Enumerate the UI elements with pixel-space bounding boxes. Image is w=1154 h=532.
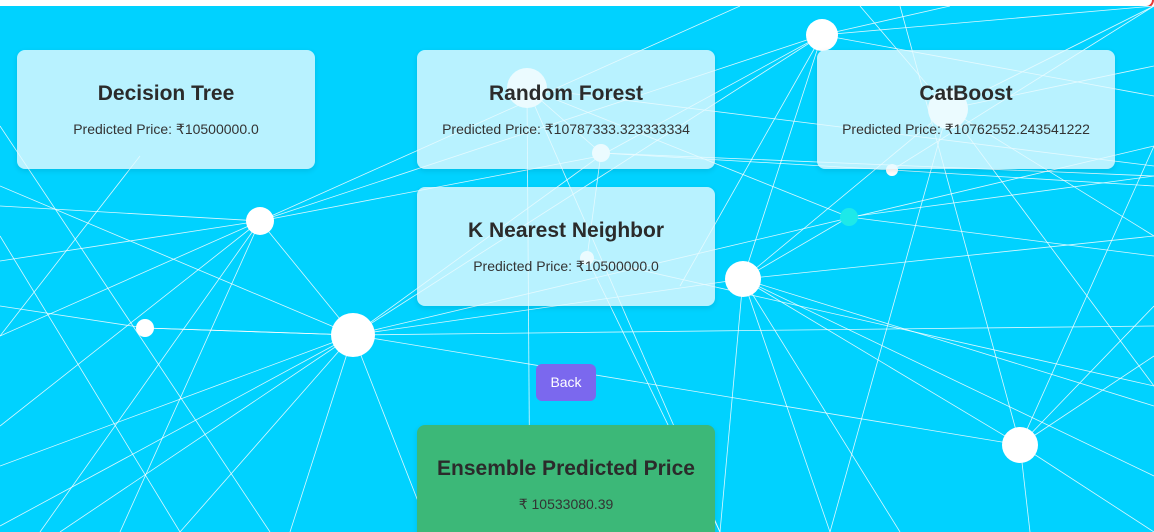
ensemble-price-card: Ensemble Predicted Price ₹ 10533080.39 — [417, 425, 715, 532]
network-node — [136, 319, 154, 337]
network-line — [0, 125, 271, 532]
network-line — [742, 278, 1154, 477]
network-line — [0, 220, 261, 262]
network-line — [848, 216, 1154, 257]
model-title: Random Forest — [488, 82, 643, 105]
model-card-k-nearest-neighbor: K Nearest Neighbor Predicted Price: ₹105… — [417, 187, 715, 306]
network-node — [331, 313, 375, 357]
network-line — [821, 6, 951, 36]
network-line — [742, 235, 1154, 280]
network-line — [259, 220, 354, 336]
network-line — [289, 334, 354, 532]
network-line — [0, 334, 354, 467]
network-line — [0, 155, 141, 337]
network-line — [719, 278, 744, 532]
particle-background: Decision Tree Predicted Price: ₹10500000… — [0, 6, 1154, 532]
network-line — [0, 220, 261, 337]
model-card-random-forest: Random Forest Predicted Price: ₹10787333… — [417, 50, 715, 169]
model-card-catboost: CatBoost Predicted Price: ₹10762552.2435… — [817, 50, 1115, 169]
back-button[interactable]: Back — [536, 364, 596, 401]
model-predicted-price: Predicted Price: ₹10500000.0 — [73, 121, 259, 137]
network-line — [352, 325, 1154, 336]
ensemble-price: ₹ 10533080.39 — [518, 496, 614, 512]
model-predicted-price: Predicted Price: ₹10762552.243541222 — [842, 121, 1090, 137]
network-line — [891, 169, 1154, 187]
network-node — [806, 19, 838, 51]
model-title: K Nearest Neighbor — [467, 219, 665, 242]
network-line — [59, 334, 354, 532]
model-predicted-price: Predicted Price: ₹10787333.323333334 — [442, 121, 690, 137]
model-title: CatBoost — [919, 82, 1013, 105]
network-line — [144, 327, 354, 336]
network-node — [1002, 427, 1038, 463]
ensemble-title: Ensemble Predicted Price — [437, 457, 695, 480]
network-line — [742, 278, 831, 532]
network-node — [840, 208, 858, 226]
network-line — [39, 220, 261, 532]
network-line — [0, 235, 181, 532]
network-node — [246, 207, 274, 235]
network-node — [725, 261, 761, 297]
network-line — [0, 305, 146, 329]
network-line — [1019, 444, 1154, 532]
model-predicted-price: Predicted Price: ₹10500000.0 — [473, 258, 659, 274]
model-title: Decision Tree — [97, 82, 235, 105]
network-line — [0, 334, 354, 527]
model-card-decision-tree: Decision Tree Predicted Price: ₹10500000… — [17, 50, 315, 169]
network-line — [0, 220, 261, 427]
network-line — [0, 205, 261, 222]
network-line — [742, 278, 1154, 407]
network-line — [742, 278, 1021, 446]
